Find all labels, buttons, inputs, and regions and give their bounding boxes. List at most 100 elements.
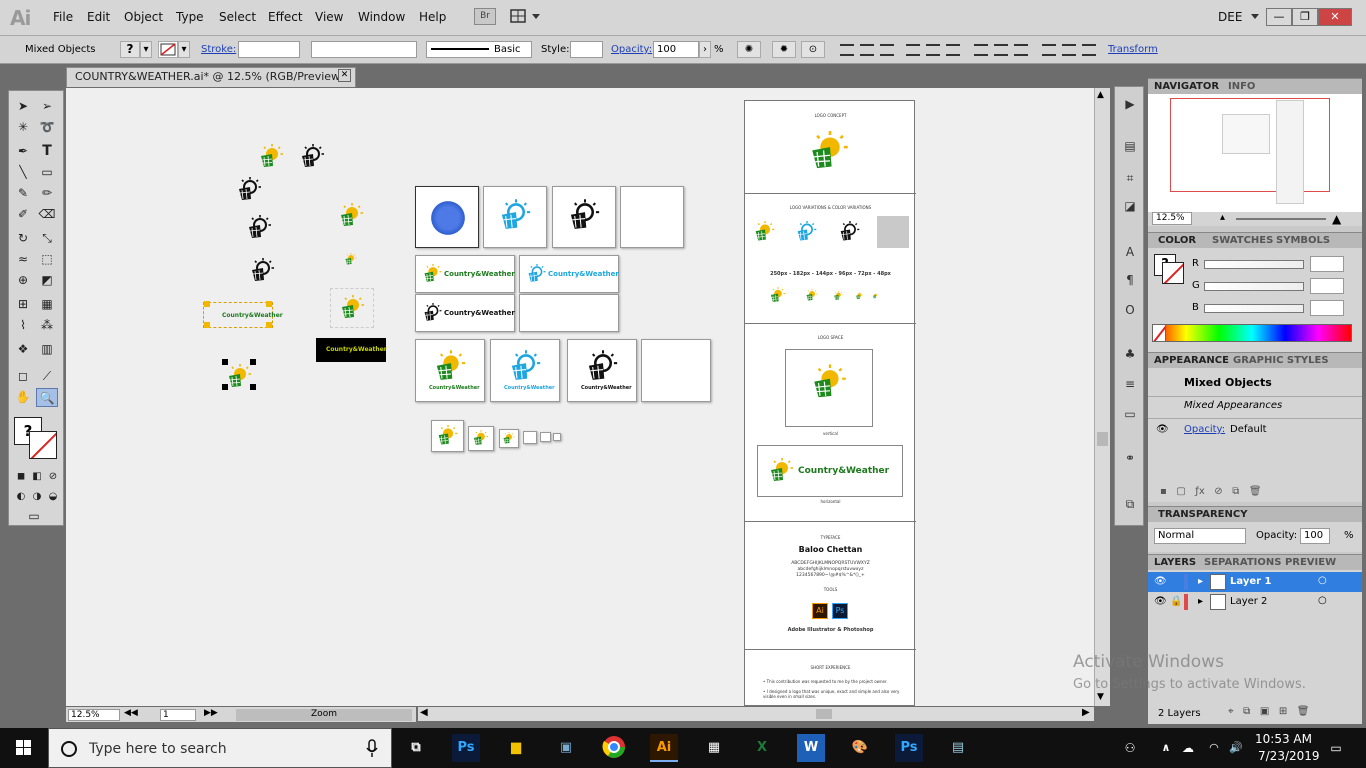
layer-visibility-icon[interactable]: 👁 bbox=[1154, 596, 1167, 607]
selection-handle[interactable] bbox=[204, 322, 210, 328]
artboard-size-96[interactable] bbox=[523, 431, 537, 444]
paint-icon[interactable]: 🎨 bbox=[846, 734, 874, 762]
menu-select[interactable]: Select bbox=[219, 10, 256, 24]
line-tool-icon[interactable]: ╲ bbox=[12, 163, 34, 182]
menu-effect[interactable]: Effect bbox=[268, 10, 303, 24]
scroll-down-icon[interactable]: ▼ bbox=[1097, 692, 1104, 702]
people-icon[interactable]: ⚇ bbox=[1116, 734, 1144, 762]
paintbrush-tool-icon[interactable]: ✎ bbox=[12, 184, 34, 203]
close-button[interactable]: ✕ bbox=[1318, 8, 1352, 26]
pen-tool-icon[interactable]: ✒ bbox=[12, 142, 34, 161]
artboard-wordmark-color[interactable]: Country&Weather bbox=[415, 255, 515, 293]
style-dropdown[interactable] bbox=[570, 41, 603, 58]
stroke-color-swatch[interactable] bbox=[29, 431, 57, 459]
menu-edit[interactable]: Edit bbox=[87, 10, 110, 24]
first-artboard-icon[interactable]: ◀◀ bbox=[124, 708, 138, 718]
layer-visibility-icon[interactable]: 👁 bbox=[1154, 576, 1167, 587]
logo-color-mark-small[interactable] bbox=[344, 253, 358, 266]
file-explorer-icon[interactable]: ▆ bbox=[502, 734, 530, 762]
microphone-icon[interactable] bbox=[365, 739, 379, 759]
artboard-black-logo[interactable] bbox=[552, 186, 616, 248]
artboard-empty-2[interactable] bbox=[519, 294, 619, 332]
brushes-icon[interactable]: ♣ bbox=[1121, 347, 1139, 363]
tab-color[interactable]: COLOR bbox=[1158, 235, 1196, 246]
logo-color-mark[interactable] bbox=[258, 144, 286, 170]
artwork-canvas[interactable]: Country&Weather Country&Weather Country&… bbox=[66, 88, 1094, 706]
artboard-size-144[interactable] bbox=[499, 429, 519, 448]
menu-object[interactable]: Object bbox=[124, 10, 163, 24]
chrome-icon[interactable] bbox=[600, 734, 628, 762]
channel-r-slider[interactable] bbox=[1204, 260, 1304, 269]
artboard-empty[interactable] bbox=[620, 186, 684, 248]
selection-handle[interactable] bbox=[222, 384, 228, 390]
align-bottom-icon[interactable] bbox=[946, 44, 960, 56]
opentype-icon[interactable]: O bbox=[1121, 303, 1139, 319]
opacity-arrow[interactable]: › bbox=[699, 41, 711, 58]
artboard-wordmark-black[interactable]: Country&Weather bbox=[415, 294, 515, 332]
draw-inside-icon[interactable]: ◒ bbox=[42, 487, 64, 506]
fill-swatch[interactable]: ? bbox=[120, 41, 140, 58]
distribute-left-icon[interactable] bbox=[1042, 44, 1056, 56]
isolate-icon[interactable]: ⊙ bbox=[801, 41, 825, 58]
restore-button[interactable]: ❐ bbox=[1292, 8, 1318, 26]
menu-help[interactable]: Help bbox=[419, 10, 446, 24]
taskbar-illustrator[interactable]: Ai bbox=[650, 734, 678, 762]
logo-black-mark-2[interactable] bbox=[236, 177, 264, 203]
clock-date[interactable]: 7/23/2019 bbox=[1258, 749, 1320, 763]
layer-expand-icon[interactable]: ▸ bbox=[1198, 596, 1203, 607]
notifications-icon[interactable]: ▭ bbox=[1322, 734, 1350, 762]
tab-symbols[interactable]: SYMBOLS bbox=[1276, 235, 1330, 246]
blend-tool-icon[interactable]: ⁂ bbox=[36, 316, 58, 335]
tab-separations-preview[interactable]: SEPARATIONS PREVIEW bbox=[1204, 557, 1336, 568]
shape-builder-tool-icon[interactable]: ⊕ bbox=[12, 271, 34, 290]
taskbar-photoshop-2[interactable]: Ps bbox=[895, 734, 923, 762]
image-trace-icon[interactable]: ⧉ bbox=[1121, 497, 1139, 513]
variable-width-dropdown[interactable] bbox=[311, 41, 417, 58]
bridge-button[interactable]: Br bbox=[474, 8, 496, 25]
selection-handle[interactable] bbox=[250, 359, 256, 365]
distribute-middle-icon[interactable] bbox=[994, 44, 1008, 56]
artboard-size-250[interactable] bbox=[431, 420, 464, 452]
graphic-style-icon[interactable]: ✹ bbox=[772, 41, 796, 58]
layer-row-2[interactable]: 👁 🔒 ▸ Layer 2 ○ bbox=[1148, 592, 1362, 612]
selection-handle[interactable] bbox=[266, 301, 272, 307]
artboard-vertical-black[interactable]: Country&Weather bbox=[567, 339, 637, 402]
workspace-switcher[interactable]: DEE bbox=[1218, 10, 1242, 24]
actions-icon[interactable]: ▶ bbox=[1121, 97, 1139, 113]
screen-mode-icon[interactable]: ▭ bbox=[23, 507, 45, 526]
logo-black-mark[interactable] bbox=[299, 144, 327, 170]
selected-horizontal-logo[interactable]: Country&Weather bbox=[203, 302, 283, 328]
pencil-tool-icon[interactable]: ✏ bbox=[36, 184, 58, 203]
direct-selection-tool-icon[interactable]: ➢ bbox=[36, 97, 58, 116]
notepad-icon[interactable]: ▤ bbox=[944, 734, 972, 762]
free-transform-tool-icon[interactable]: ⬚ bbox=[36, 250, 58, 269]
color-stroke-swatch[interactable] bbox=[1162, 262, 1184, 284]
color-spectrum[interactable] bbox=[1152, 324, 1352, 342]
channel-b-slider[interactable] bbox=[1204, 304, 1304, 313]
rotate-tool-icon[interactable]: ↻ bbox=[12, 229, 34, 248]
excel-icon[interactable]: X bbox=[748, 734, 776, 762]
tab-navigator[interactable]: NAVIGATOR bbox=[1154, 81, 1219, 92]
taskbar-word[interactable]: W bbox=[797, 734, 825, 762]
tab-info[interactable]: INFO bbox=[1228, 81, 1255, 92]
stroke-weight-field[interactable] bbox=[238, 41, 300, 58]
distribute-bottom-icon[interactable] bbox=[1014, 44, 1028, 56]
channel-b-value[interactable] bbox=[1310, 300, 1344, 316]
recolor-artwork-icon[interactable]: ✺ bbox=[737, 41, 761, 58]
tab-transparency[interactable]: TRANSPARENCY bbox=[1158, 509, 1247, 520]
align-top-icon[interactable] bbox=[906, 44, 920, 56]
channel-r-value[interactable] bbox=[1310, 256, 1344, 272]
tab-graphic-styles[interactable]: GRAPHIC STYLES bbox=[1233, 355, 1329, 366]
workspace-dropdown-icon[interactable] bbox=[1250, 9, 1260, 23]
control-panel-icon[interactable]: ▣ bbox=[552, 734, 580, 762]
navigator-zoom-field[interactable]: 12.5% bbox=[1152, 212, 1192, 225]
layer-lock-icon[interactable]: 🔒 bbox=[1170, 596, 1182, 607]
transparency-opacity-field[interactable]: 100 bbox=[1300, 528, 1330, 544]
opacity-field[interactable]: 100 bbox=[653, 41, 699, 58]
selection-handle[interactable] bbox=[204, 301, 210, 307]
symbol-sprayer-tool-icon[interactable]: ❖ bbox=[12, 340, 34, 359]
selection-handle[interactable] bbox=[266, 322, 272, 328]
align-right-icon[interactable] bbox=[880, 44, 894, 56]
warp-tool-icon[interactable]: ≈ bbox=[12, 250, 34, 269]
scroll-up-icon[interactable]: ▲ bbox=[1097, 90, 1104, 100]
